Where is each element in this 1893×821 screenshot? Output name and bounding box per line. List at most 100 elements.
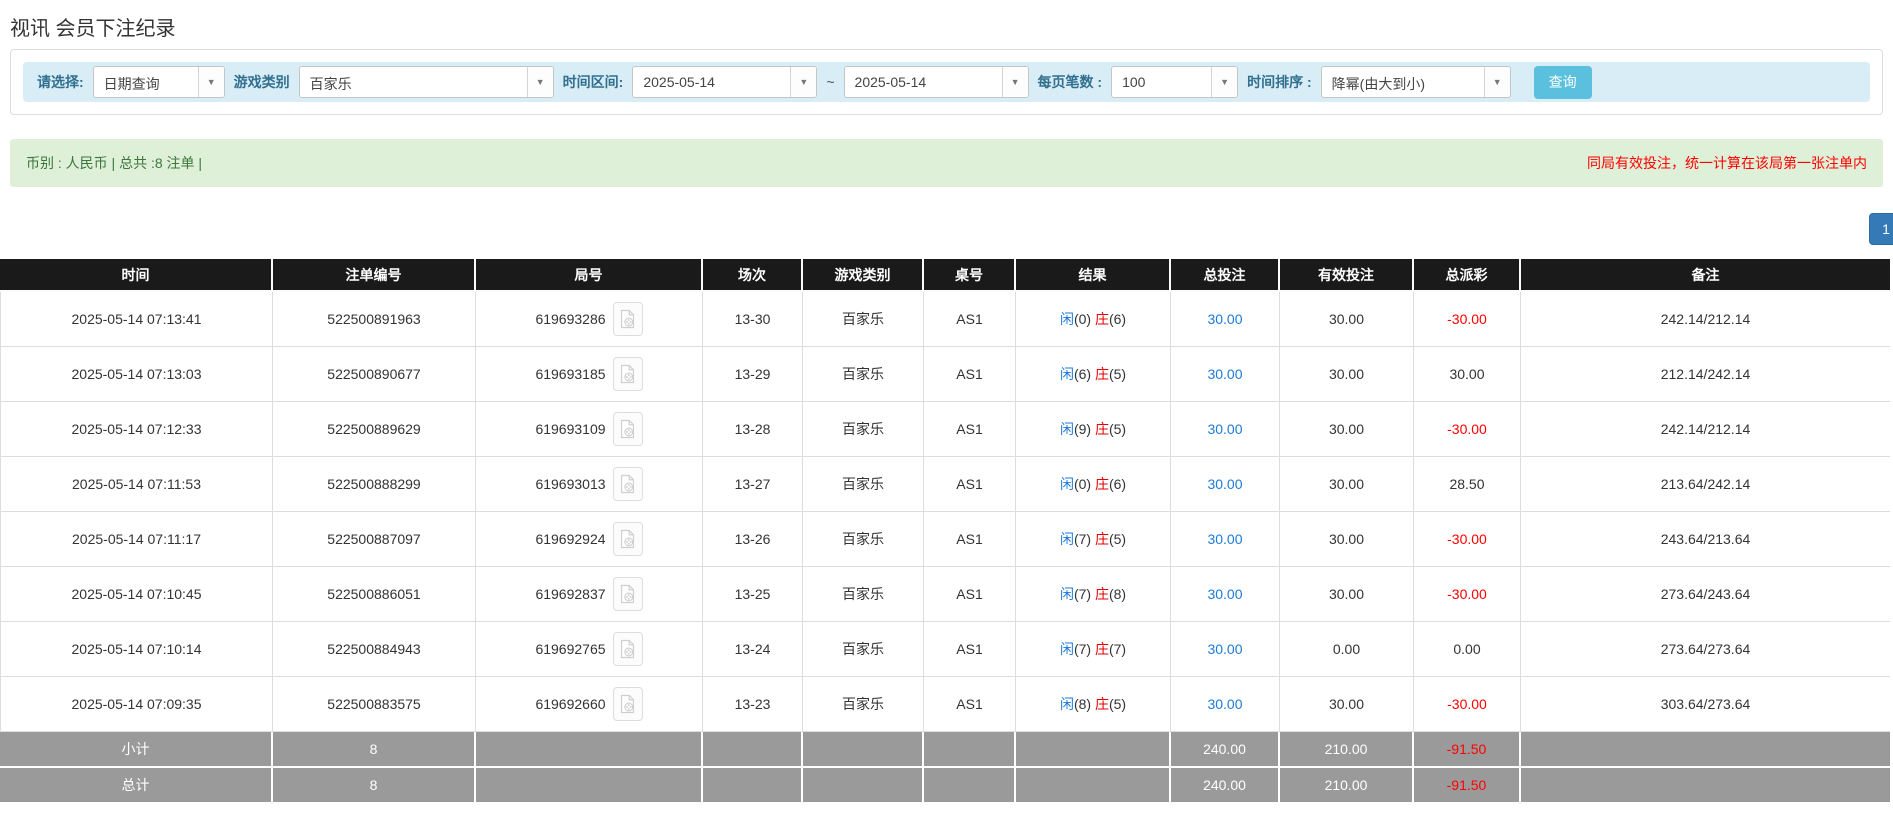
column-header: 总派彩 bbox=[1414, 259, 1521, 292]
round-number: 619693185 bbox=[535, 366, 606, 382]
video-replay-button[interactable] bbox=[612, 357, 643, 391]
sort-order-dropdown[interactable]: 降幂(由大到小) ▼ bbox=[1320, 66, 1511, 98]
date-to-value: 2025-05-14 bbox=[854, 74, 927, 90]
page-size-dropdown[interactable]: 100 ▼ bbox=[1111, 66, 1239, 98]
time-range-label: 时间区间: bbox=[562, 74, 624, 90]
cell-session: 13-28 bbox=[703, 402, 803, 457]
cell-bet-id: 522500891963 bbox=[273, 292, 476, 347]
table-row: 2025-05-14 07:09:35 522500883575 619692660… bbox=[0, 677, 1890, 732]
chevron-down-icon[interactable]: ▼ bbox=[790, 67, 817, 97]
video-file-icon bbox=[620, 584, 635, 604]
cell-table-id: AS1 bbox=[924, 457, 1016, 512]
cell-game-type: 百家乐 bbox=[803, 347, 924, 402]
total-bet-link[interactable]: 30.00 bbox=[1207, 531, 1242, 547]
cell-bet-id: 522500890677 bbox=[273, 347, 476, 402]
column-header: 注单编号 bbox=[273, 259, 476, 292]
video-replay-button[interactable] bbox=[612, 687, 643, 721]
player-result-score: (6) bbox=[1073, 366, 1095, 382]
cell-valid-bet: 30.00 bbox=[1280, 512, 1414, 567]
footer-empty-cell bbox=[803, 732, 924, 768]
cell-round-id: 619693185 bbox=[476, 347, 703, 402]
cell-time: 2025-05-14 07:13:41 bbox=[0, 292, 273, 347]
video-replay-button[interactable] bbox=[612, 467, 643, 501]
banker-result-label: 庄 bbox=[1094, 696, 1109, 712]
query-mode-dropdown[interactable]: 日期查询 ▼ bbox=[92, 66, 225, 98]
chevron-down-icon[interactable]: ▼ bbox=[197, 67, 224, 97]
video-file-icon bbox=[620, 474, 635, 494]
cell-time: 2025-05-14 07:11:53 bbox=[0, 457, 273, 512]
game-type-value: 百家乐 bbox=[309, 76, 352, 92]
total-bet-link[interactable]: 30.00 bbox=[1207, 311, 1242, 327]
footer-empty-cell bbox=[924, 768, 1016, 804]
table-row: 2025-05-14 07:10:45 522500886051 619692837… bbox=[0, 567, 1890, 622]
round-number: 619692660 bbox=[535, 696, 606, 712]
column-header: 总投注 bbox=[1171, 259, 1280, 292]
select-mode-label: 请选择: bbox=[37, 74, 84, 90]
player-result-score: (0) bbox=[1073, 311, 1095, 327]
footer-empty-cell bbox=[476, 732, 703, 768]
total-bet-link[interactable]: 30.00 bbox=[1207, 476, 1242, 492]
banker-result-label: 庄 bbox=[1094, 641, 1109, 657]
search-button[interactable]: 查询 bbox=[1533, 65, 1592, 99]
banker-result-label: 庄 bbox=[1094, 366, 1109, 382]
video-file-icon bbox=[620, 529, 635, 549]
player-result-score: (8) bbox=[1073, 696, 1095, 712]
round-number: 619693286 bbox=[535, 311, 606, 327]
cell-table-id: AS1 bbox=[924, 512, 1016, 567]
game-type-dropdown[interactable]: 百家乐 ▼ bbox=[298, 66, 554, 98]
chevron-down-icon[interactable]: ▼ bbox=[526, 67, 553, 97]
summary-bar: 币别 : 人民币 | 总共 :8 注单 | 同局有效投注，统一计算在该局第一张注… bbox=[10, 139, 1883, 187]
player-result-label: 闲 bbox=[1059, 696, 1074, 712]
player-result-score: (7) bbox=[1073, 641, 1095, 657]
total-bet-link[interactable]: 30.00 bbox=[1207, 421, 1242, 437]
cell-result: 闲(8) 庄(5) bbox=[1016, 677, 1171, 732]
player-result-label: 闲 bbox=[1059, 531, 1074, 547]
player-result-label: 闲 bbox=[1059, 586, 1074, 602]
cell-total-bet: 30.00 bbox=[1171, 292, 1280, 347]
page-1-button[interactable]: 1 bbox=[1869, 213, 1893, 245]
filter-bar: 请选择: 日期查询 ▼ 游戏类别 百家乐 ▼ 时间区间: 2025-05-14 … bbox=[23, 62, 1870, 102]
currency-total-text: 币别 : 人民币 | 总共 :8 注单 | bbox=[26, 155, 203, 171]
cell-total-bet: 30.00 bbox=[1171, 512, 1280, 567]
player-result-label: 闲 bbox=[1059, 421, 1074, 437]
footer-label: 小计 bbox=[0, 732, 273, 768]
chevron-down-icon[interactable]: ▼ bbox=[1211, 67, 1238, 97]
chevron-down-icon[interactable]: ▼ bbox=[1001, 67, 1028, 97]
video-replay-button[interactable] bbox=[612, 412, 643, 446]
footer-total-bet: 240.00 bbox=[1171, 732, 1280, 768]
cell-result: 闲(0) 庄(6) bbox=[1016, 457, 1171, 512]
cell-game-type: 百家乐 bbox=[803, 292, 924, 347]
footer-payout: -91.50 bbox=[1414, 768, 1521, 804]
video-replay-button[interactable] bbox=[612, 577, 643, 611]
video-replay-button[interactable] bbox=[612, 302, 643, 336]
query-mode-value: 日期查询 bbox=[103, 76, 160, 92]
date-to-picker[interactable]: 2025-05-14 ▼ bbox=[843, 66, 1029, 98]
cell-payout: -30.00 bbox=[1414, 402, 1521, 457]
total-bet-link[interactable]: 30.00 bbox=[1207, 366, 1242, 382]
total-bet-link[interactable]: 30.00 bbox=[1207, 641, 1242, 657]
cell-result: 闲(0) 庄(6) bbox=[1016, 292, 1171, 347]
video-file-icon bbox=[620, 309, 635, 329]
cell-bet-id: 522500887097 bbox=[273, 512, 476, 567]
footer-total-bet: 240.00 bbox=[1171, 768, 1280, 804]
cell-table-id: AS1 bbox=[924, 567, 1016, 622]
video-replay-button[interactable] bbox=[612, 632, 643, 666]
total-bet-link[interactable]: 30.00 bbox=[1207, 696, 1242, 712]
player-result-score: (0) bbox=[1073, 476, 1095, 492]
video-file-icon bbox=[620, 694, 635, 714]
cell-game-type: 百家乐 bbox=[803, 622, 924, 677]
column-header: 局号 bbox=[476, 259, 703, 292]
chevron-down-icon[interactable]: ▼ bbox=[1483, 67, 1510, 97]
cell-result: 闲(6) 庄(5) bbox=[1016, 347, 1171, 402]
round-number: 619692765 bbox=[535, 641, 606, 657]
player-result-label: 闲 bbox=[1059, 366, 1074, 382]
video-replay-button[interactable] bbox=[612, 522, 643, 556]
total-bet-link[interactable]: 30.00 bbox=[1207, 586, 1242, 602]
date-from-picker[interactable]: 2025-05-14 ▼ bbox=[632, 66, 818, 98]
page-size-label: 每页笔数 : bbox=[1037, 74, 1103, 90]
player-result-label: 闲 bbox=[1059, 476, 1074, 492]
cell-payout: 28.50 bbox=[1414, 457, 1521, 512]
table-footer: 小计 8 240.00 210.00 -91.50 总计 8 240.00 210.00 -91.… bbox=[0, 732, 1890, 804]
page-title: 视讯 会员下注纪录 bbox=[10, 18, 176, 40]
table-row: 2025-05-14 07:11:53 522500888299 619693013… bbox=[0, 457, 1890, 512]
